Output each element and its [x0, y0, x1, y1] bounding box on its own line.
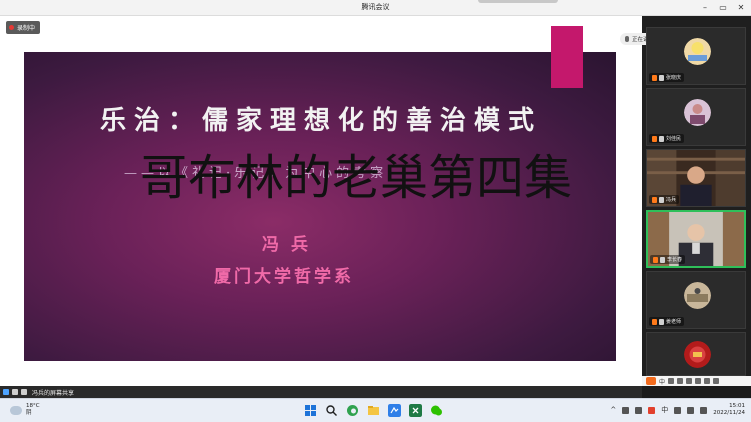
minimize-icon[interactable]: –: [699, 1, 711, 14]
slide-ribbon: [551, 26, 583, 88]
cloud-icon: [10, 405, 22, 415]
system-tray: ^ 中 15:01 2022/11/24: [610, 403, 745, 417]
mic-icon: [625, 36, 629, 42]
window-title: 腾讯会议: [361, 3, 390, 11]
record-dot-icon: [9, 25, 14, 30]
participant-name: 张晓庆: [666, 75, 682, 81]
tile-footer: 刘佳民: [649, 134, 685, 143]
ime-logo-icon[interactable]: [646, 377, 656, 385]
taskbar-apps: [304, 404, 443, 417]
close-icon[interactable]: ✕: [735, 1, 747, 14]
clock-time: 15:01: [729, 403, 745, 409]
volume-icon[interactable]: [687, 406, 695, 414]
mic-icon: [652, 196, 657, 203]
mic-muted-icon: [652, 74, 657, 81]
meeting-window: 腾讯会议 – ▭ ✕ 录制中 乐治：儒家理想化的善治模式 ——以《礼记·乐记》为…: [0, 0, 751, 422]
avatar: [684, 282, 711, 309]
tile-footer: 姜老师: [649, 317, 685, 326]
slide-author: 冯兵: [262, 235, 320, 255]
restore-icon[interactable]: ▭: [717, 1, 729, 14]
window-controls: – ▭ ✕: [699, 1, 747, 14]
search-icon[interactable]: [325, 404, 338, 417]
mic-icon: [653, 256, 658, 263]
slide-title: 乐治：儒家理想化的善治模式: [100, 106, 543, 136]
file-explorer-icon[interactable]: [367, 404, 380, 417]
participant-name: 姜老师: [666, 319, 682, 325]
user-icon: [659, 74, 664, 81]
edge-browser-icon[interactable]: [346, 404, 359, 417]
user-icon: [659, 135, 664, 142]
voice-icon[interactable]: [686, 378, 693, 384]
avatar: [684, 341, 711, 368]
participant-name: 刘佳民: [666, 136, 682, 142]
participant-name: 李长春: [667, 257, 683, 263]
keyboard-icon[interactable]: [695, 378, 702, 384]
punctuation-icon[interactable]: [668, 378, 675, 384]
antivirus-icon[interactable]: [648, 406, 656, 414]
participant-tile[interactable]: 刘佳民: [646, 88, 746, 146]
participant-tile[interactable]: 姜老师: [646, 271, 746, 329]
avatar: [684, 99, 711, 126]
participant-name: 冯兵: [666, 197, 677, 203]
tile-footer: 张晓庆: [649, 73, 685, 82]
clock[interactable]: 15:01 2022/11/24: [713, 403, 745, 417]
slide-affiliation: 厦门大学哲学系: [214, 267, 354, 287]
ime-language[interactable]: 中: [659, 377, 665, 386]
user-icon: [659, 196, 664, 203]
clock-date: 2022/11/24: [713, 410, 745, 416]
record-label: 录制中: [17, 25, 36, 32]
mic-tray-icon[interactable]: [622, 406, 630, 414]
battery-icon[interactable]: [700, 406, 708, 414]
weather-temp: 18°C: [26, 403, 40, 409]
skin-icon[interactable]: [704, 378, 711, 384]
participant-tile[interactable]: 冯兵: [646, 149, 746, 207]
participant-tile[interactable]: [646, 332, 746, 376]
overlay-caption: 哥布林的老巢第四集: [140, 150, 573, 206]
excel-icon[interactable]: [409, 404, 422, 417]
mic-muted-icon: [652, 135, 657, 142]
tile-footer: 李长春: [650, 255, 686, 264]
mic-icon[interactable]: [21, 389, 27, 395]
tray-app-icon[interactable]: [635, 406, 643, 414]
wechat-icon[interactable]: [430, 404, 443, 417]
meeting-status-bar: 冯兵的屏幕共享: [0, 386, 642, 398]
tencent-meeting-icon[interactable]: [388, 404, 401, 417]
record-button[interactable]: 录制中: [6, 21, 41, 34]
tile-footer: 冯兵: [649, 195, 680, 204]
ime-toolbar: 中: [642, 376, 751, 386]
participant-tile[interactable]: 张晓庆: [646, 27, 746, 85]
emoji-icon[interactable]: [677, 378, 684, 384]
user-icon: [659, 318, 664, 325]
ime-indicator[interactable]: 中: [661, 405, 668, 415]
taskbar: 18°C 阴 ^ 中 15:01 2022/11/24: [0, 398, 751, 422]
user-icon: [660, 256, 665, 263]
menu-icon[interactable]: [713, 378, 720, 384]
mic-muted-icon: [652, 318, 657, 325]
screen-share-label: 冯兵的屏幕共享: [32, 389, 75, 397]
weather-widget[interactable]: 18°C 阴: [10, 403, 40, 417]
wifi-icon[interactable]: [674, 406, 682, 414]
avatar: [684, 38, 711, 65]
title-bar: 腾讯会议 – ▭ ✕: [0, 0, 751, 16]
windows-start-icon[interactable]: [304, 404, 317, 417]
participant-tile-active[interactable]: 李长春: [646, 210, 746, 268]
weather-desc: 阴: [26, 410, 32, 416]
screen-share-icon[interactable]: [12, 389, 18, 395]
chevron-up-icon[interactable]: ^: [610, 406, 616, 414]
participants-icon[interactable]: [3, 389, 9, 395]
